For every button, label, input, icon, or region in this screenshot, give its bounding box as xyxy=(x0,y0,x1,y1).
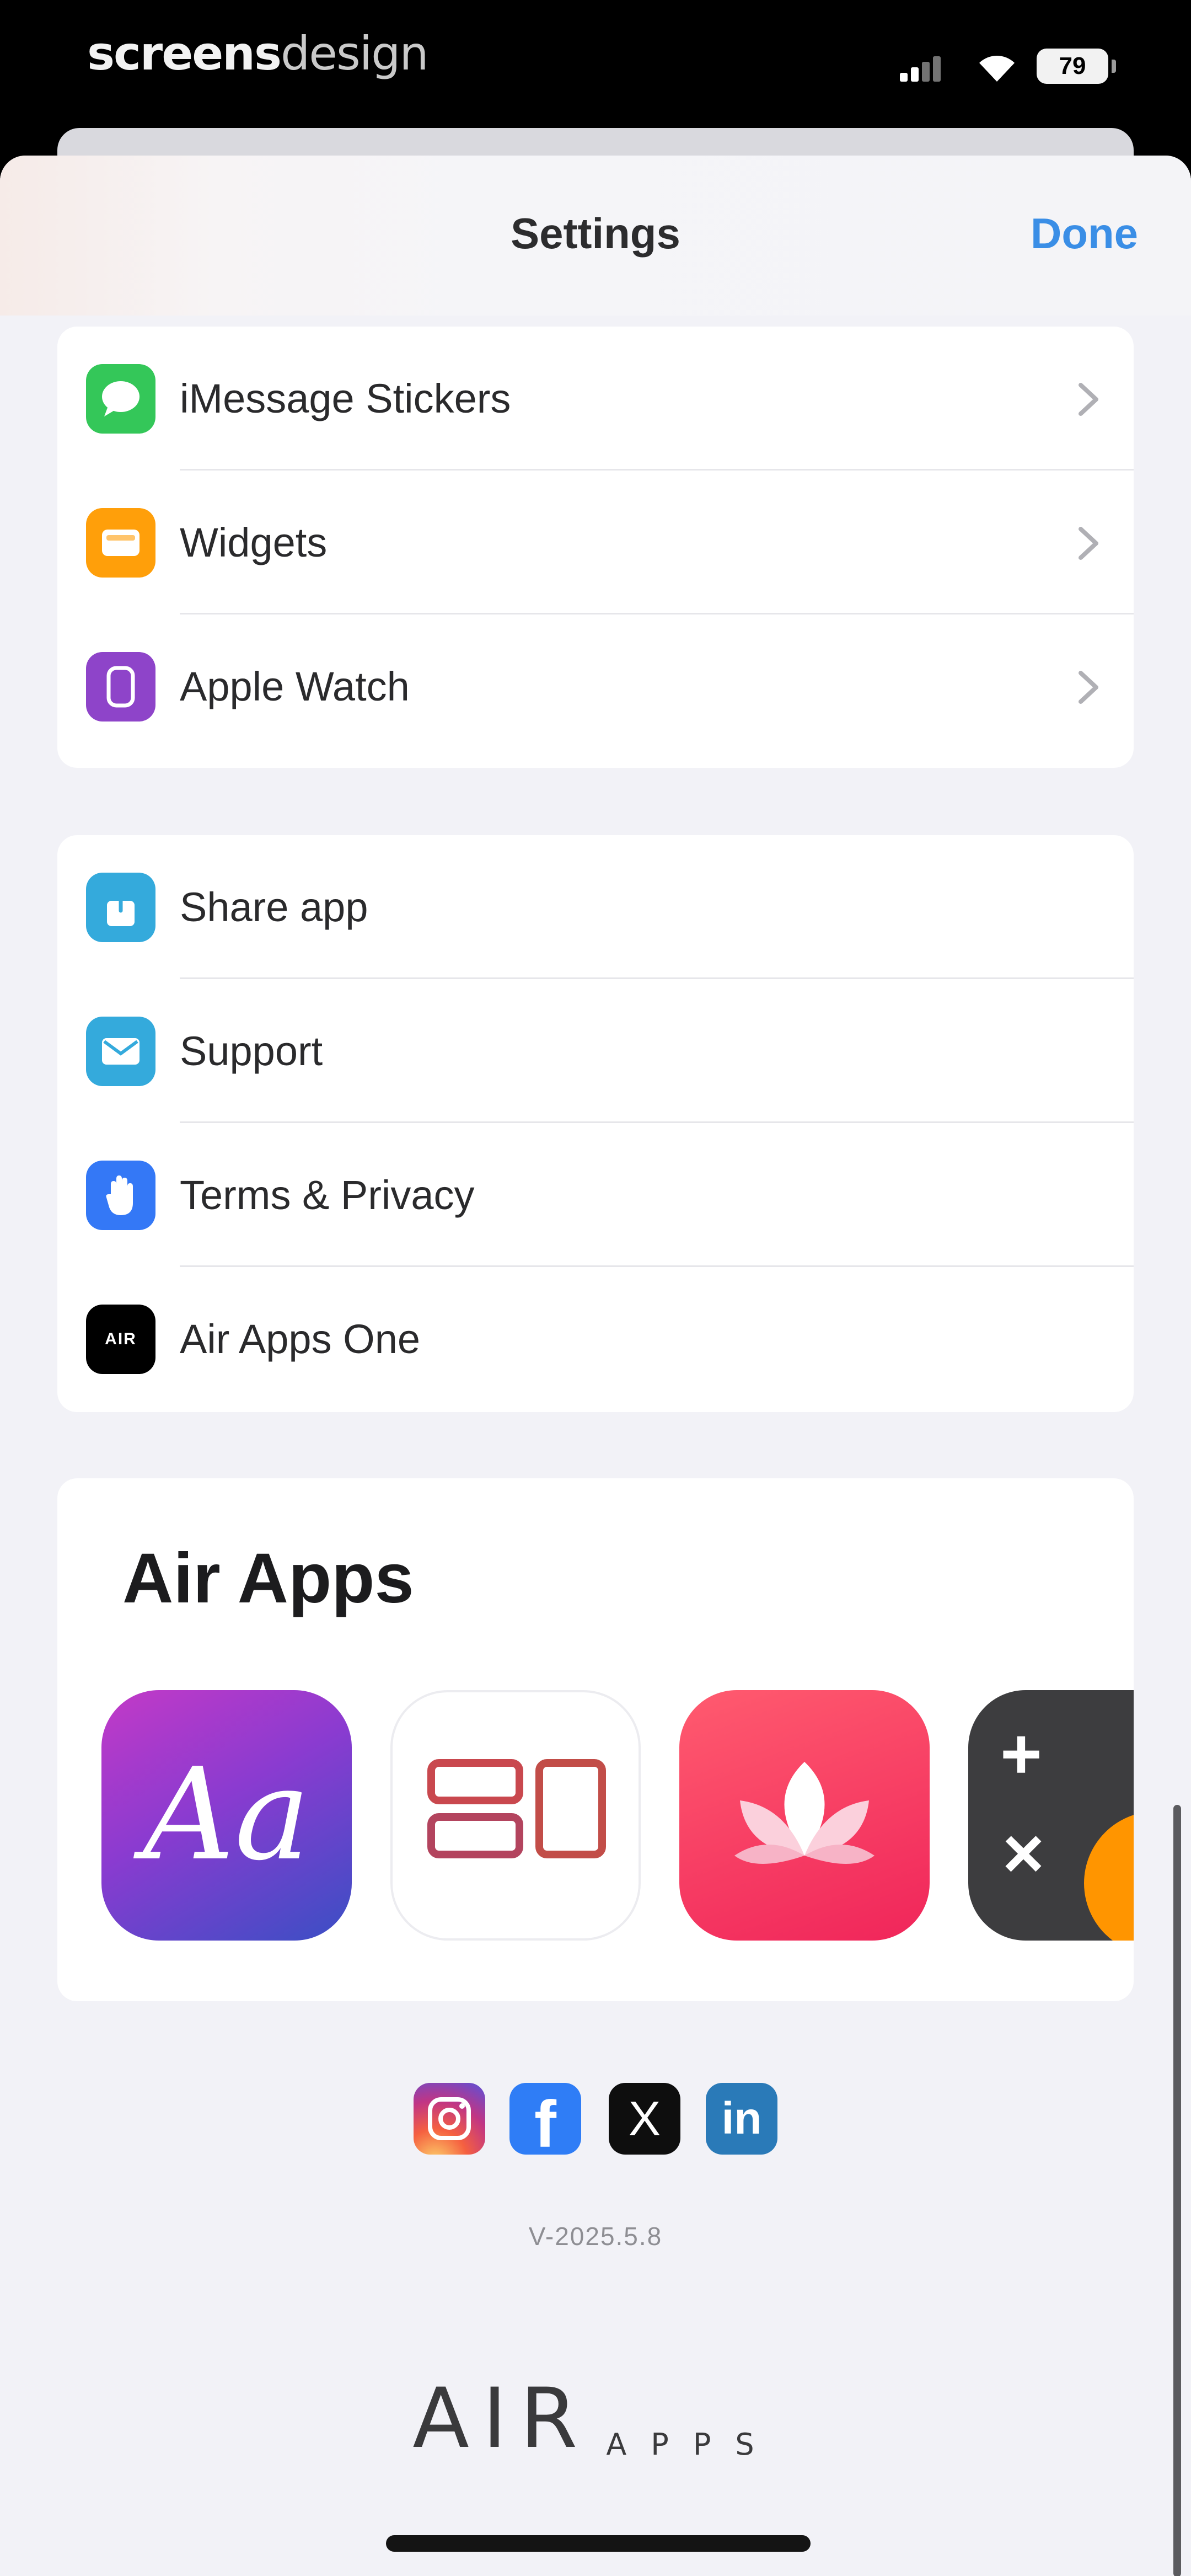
row-label: Share app xyxy=(180,884,368,930)
mail-icon xyxy=(86,1017,155,1086)
fonts-app-glyph: Aa xyxy=(143,1741,310,1889)
chevron-right-icon xyxy=(1079,527,1098,560)
x-icon[interactable]: X xyxy=(609,2083,680,2155)
done-button[interactable]: Done xyxy=(1031,209,1138,259)
linkedin-glyph: in xyxy=(721,2093,762,2144)
lotus-glyph xyxy=(734,1762,875,1864)
lotus-app-icon[interactable] xyxy=(679,1690,930,1941)
row-imessage-stickers[interactable]: iMessage Stickers xyxy=(57,327,1134,471)
air-apps-one-icon: AIR xyxy=(86,1305,155,1374)
fonts-app-icon[interactable]: Aa xyxy=(101,1690,352,1941)
x-glyph: X xyxy=(628,2091,661,2146)
row-apple-watch[interactable]: Apple Watch xyxy=(57,614,1134,758)
air-apps-card: Air Apps Aa + × xyxy=(57,1478,1134,2001)
page-title: Settings xyxy=(511,209,680,258)
share-icon xyxy=(86,873,155,942)
home-indicator[interactable] xyxy=(386,2535,811,2552)
air-apps-heading: Air Apps xyxy=(122,1539,414,1618)
air-apps-one-icon-text: AIR xyxy=(105,1330,137,1348)
air-apps-logo: AIR APPS xyxy=(0,2371,1191,2467)
facebook-icon[interactable]: f xyxy=(509,2083,581,2161)
hand-icon xyxy=(86,1161,155,1230)
wifi-icon xyxy=(979,56,1015,82)
message-icon xyxy=(86,364,155,434)
row-air-apps-one[interactable]: AIR Air Apps One xyxy=(57,1267,1134,1411)
cellular-signal-icon xyxy=(900,55,941,82)
calculator-times-glyph: × xyxy=(1002,1813,1044,1893)
row-support[interactable]: Support xyxy=(57,979,1134,1123)
widget-icon xyxy=(86,508,155,578)
row-label: Apple Watch xyxy=(180,664,410,709)
row-label: Widgets xyxy=(180,520,328,565)
battery-indicator: 79 xyxy=(1037,49,1116,84)
settings-group-about: Share app Support Terms & Privacy AIR Ai… xyxy=(57,835,1134,1412)
navigation-bar: Settings Done xyxy=(0,156,1191,316)
chevron-right-icon xyxy=(1079,383,1098,416)
chevron-right-icon xyxy=(1079,671,1098,704)
logo-apps: APPS xyxy=(606,2427,779,2462)
linkedin-icon[interactable]: in xyxy=(706,2083,777,2155)
settings-sheet: Settings Done iMessage Stickers Widgets … xyxy=(0,156,1191,2576)
watermark-bold: screens xyxy=(87,26,282,81)
row-terms-privacy[interactable]: Terms & Privacy xyxy=(57,1123,1134,1267)
logo-air: AIR xyxy=(412,2371,591,2467)
widgets-app-icon[interactable] xyxy=(390,1690,641,1941)
row-widgets[interactable]: Widgets xyxy=(57,471,1134,614)
status-bar: screensdesign 79 xyxy=(0,0,1191,127)
row-label: iMessage Stickers xyxy=(180,376,511,421)
row-label: Support xyxy=(180,1028,323,1074)
instagram-icon[interactable] xyxy=(414,2083,485,2155)
watch-icon xyxy=(86,652,155,722)
app-version: V-2025.5.8 xyxy=(528,2222,663,2251)
row-share-app[interactable]: Share app xyxy=(57,835,1134,979)
row-label: Terms & Privacy xyxy=(180,1172,475,1218)
calculator-app-icon[interactable]: + × xyxy=(968,1690,1134,1941)
calculator-orange-key xyxy=(1084,1811,1134,1941)
screensdesign-watermark: screensdesign xyxy=(87,26,429,81)
row-label: Air Apps One xyxy=(180,1316,421,1362)
scrollbar[interactable] xyxy=(1173,1805,1181,2576)
watermark-light: design xyxy=(280,26,429,81)
calculator-plus-glyph: + xyxy=(1000,1713,1042,1794)
settings-group-integrations: iMessage Stickers Widgets Apple Watch xyxy=(57,327,1134,768)
widgets-app-glyph xyxy=(427,1759,606,1858)
facebook-glyph: f xyxy=(534,2087,556,2161)
